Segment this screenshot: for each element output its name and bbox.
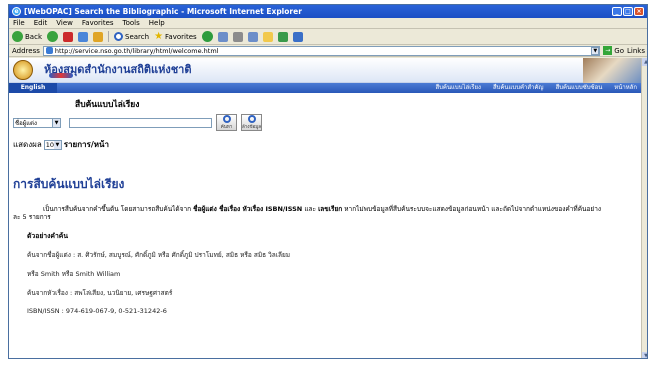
banner-decoration: [49, 73, 73, 78]
menu-view[interactable]: View: [56, 19, 73, 27]
home-button[interactable]: [93, 31, 103, 42]
books-image: [583, 58, 641, 83]
close-button[interactable]: ×: [634, 7, 644, 16]
clear-button[interactable]: ล้างข้อมูล: [241, 114, 262, 131]
example-line: ค้นจากชื่อผู้แต่ง : ส. ศิวรักษ์, สมบูรณ์…: [27, 251, 291, 259]
address-dropdown-icon[interactable]: ▼: [591, 46, 600, 55]
page-content: ห้องสมุดสำนักงานสถิติแห่งชาติ English สื…: [9, 58, 641, 358]
address-input[interactable]: http://service.nso.go.th/library/html/we…: [42, 45, 601, 56]
site-banner: ห้องสมุดสำนักงานสถิติแห่งชาติ: [9, 58, 641, 83]
nav-advanced-search[interactable]: สืบค้นแบบซับซ้อน: [556, 83, 603, 93]
menu-bar: File Edit View Favorites Tools Help: [9, 18, 647, 29]
page-icon: [45, 47, 53, 54]
toolbar: Back Search ★ Favorites: [9, 29, 647, 45]
menu-edit[interactable]: Edit: [34, 19, 48, 27]
stop-button[interactable]: [63, 31, 73, 42]
star-icon: ★: [154, 31, 164, 42]
scroll-up-icon[interactable]: ▲: [642, 58, 647, 66]
mail-button[interactable]: [217, 31, 228, 42]
maximize-button[interactable]: □: [623, 7, 633, 16]
search-submit-button[interactable]: ค้นหา: [216, 114, 237, 131]
search-icon: [114, 32, 123, 41]
section-title: การสืบค้นแบบไล่เรียง: [13, 177, 125, 191]
search-input[interactable]: [69, 117, 212, 128]
toolbar-separator: [108, 31, 109, 42]
go-arrow-icon: →: [603, 46, 613, 55]
history-button[interactable]: [201, 31, 213, 42]
english-link[interactable]: English: [9, 83, 57, 93]
title-bar: e [WebOPAC] Search the Bibliographic - M…: [9, 5, 647, 18]
perpage-label: แสดงผล: [13, 140, 42, 149]
search-form: สืบค้นแบบไล่เรียง ชื่อผู้แต่ง ▼ ค้นหา ล้…: [9, 93, 641, 151]
perpage-unit: รายการ/หน้า: [63, 140, 109, 149]
back-arrow-icon: [12, 31, 23, 42]
links-button[interactable]: Links: [627, 47, 647, 55]
tools-button[interactable]: [292, 31, 303, 42]
menu-help[interactable]: Help: [149, 19, 165, 27]
search-button[interactable]: Search: [114, 32, 149, 41]
minimize-button[interactable]: _: [612, 7, 622, 16]
nav-browse-search[interactable]: สืบค้นแบบไล่เรียง: [435, 83, 480, 93]
magnifier-icon: [247, 115, 256, 123]
menu-file[interactable]: File: [13, 19, 25, 27]
example-title: ตัวอย่างคำค้น: [27, 232, 68, 240]
magnifier-icon: [222, 115, 231, 123]
scroll-down-icon[interactable]: ▼: [642, 352, 647, 358]
favorites-button[interactable]: ★ Favorites: [154, 31, 197, 42]
nav-bar: English สืบค้นแบบไล่เรียง สืบค้นแบบคำสำค…: [9, 83, 641, 93]
folder-button[interactable]: [262, 31, 273, 42]
nso-logo: [13, 60, 33, 80]
example-line: ISBN/ISSN : 974-619-067-9, 0-521-31242-6: [27, 307, 167, 315]
example-line: ค้นจากหัวเรื่อง : สพโล่เสียง, นวนิยาย, เ…: [27, 289, 173, 297]
description: เป็นการสืบค้นจากคำขึ้นต้น โดยสามารถสืบค้…: [13, 205, 602, 221]
edit-button[interactable]: [247, 31, 258, 42]
browser-window: e [WebOPAC] Search the Bibliographic - M…: [8, 4, 648, 359]
perpage-select[interactable]: 10 ▼: [43, 139, 62, 150]
go-button[interactable]: → Go: [603, 46, 624, 55]
chevron-down-icon: ▼: [52, 118, 60, 127]
messenger-button[interactable]: [277, 31, 288, 42]
address-bar: Address http://service.nso.go.th/library…: [9, 45, 647, 57]
address-label: Address: [12, 46, 40, 55]
back-button[interactable]: Back: [12, 31, 42, 42]
window-title: [WebOPAC] Search the Bibliographic - Mic…: [24, 7, 302, 16]
forward-button[interactable]: [47, 31, 58, 42]
example-line: หรือ Smith หรือ Smith William: [27, 270, 121, 278]
nav-keyword-search[interactable]: สืบค้นแบบคำสำคัญ: [493, 83, 544, 93]
ie-icon: e: [12, 7, 21, 16]
menu-tools[interactable]: Tools: [123, 19, 140, 27]
vertical-scrollbar[interactable]: ▲ ▼: [641, 58, 647, 358]
search-field-select[interactable]: ชื่อผู้แต่ง ▼: [13, 117, 61, 128]
menu-favorites[interactable]: Favorites: [82, 19, 114, 27]
refresh-button[interactable]: [78, 31, 88, 42]
chevron-down-icon: ▼: [54, 140, 61, 149]
search-heading: สืบค้นแบบไล่เรียง: [75, 100, 140, 110]
nav-home[interactable]: หน้าหลัก: [614, 83, 637, 93]
print-button[interactable]: [232, 31, 243, 42]
per-page-control: แสดงผล 10 ▼ รายการ/หน้า: [13, 138, 641, 151]
